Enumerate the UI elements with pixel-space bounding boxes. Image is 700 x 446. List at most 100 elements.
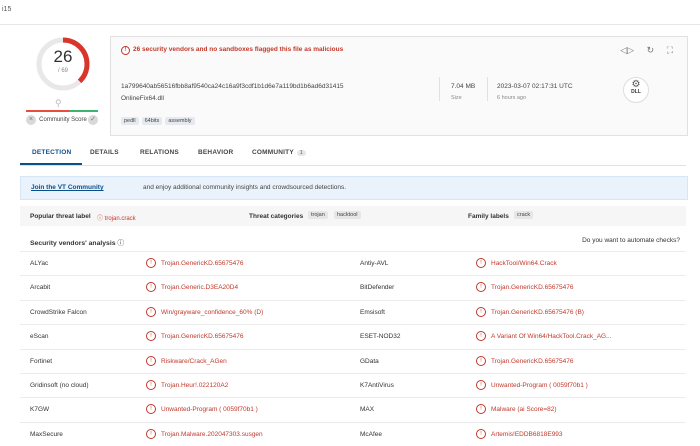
active-tab-indicator [20,163,82,165]
score-detected: 26 [53,47,73,66]
vendor-row: Gridinsoft (no cloud)! Trojan.Heur!.02212… [20,372,686,397]
detection-result[interactable]: Trojan.Heur!.022120A2 [161,382,228,389]
vendor-name: CrowdStrike Falcon [30,308,87,316]
popular-threat-text: trojan.crack [104,216,136,222]
vendor-name: Antiy-AVL [360,260,389,267]
file-size: 7.04 MB [451,83,476,90]
tab-details[interactable]: DETAILS [90,149,119,156]
top-bar: i15 [0,0,700,25]
scan-age: 6 hours ago [497,95,527,101]
detection-result[interactable]: Trojan.GenericKD.65675476 [161,333,244,340]
file-size-label: Size [451,95,462,101]
tab-behavior[interactable]: BEHAVIOR [198,149,233,156]
breadcrumb: i15 [2,6,12,13]
vendor-name: GData [360,357,379,365]
detection-result[interactable]: Trojan.Generic.D3EA20D4 [161,284,238,291]
vendor-row: eScan! Trojan.GenericKD.65675476 ESET-NOD3… [20,324,686,348]
file-name: OnlineFix64.dll [121,95,164,102]
detection-result[interactable]: Win/grayware_confidence_60% (D) [161,309,263,316]
popular-threat-value[interactable]: ⓘ trojan.crack [97,213,136,222]
detection-result[interactable]: Trojan.GenericKD.65675476 (B) [491,309,584,316]
divider [487,77,488,101]
malicious-icon: ! [476,355,486,366]
vendor-name: Arcabit [30,284,51,292]
similar-icon[interactable]: ◁▷ [620,45,634,55]
vendor-row: CrowdStrike Falcon! Win/grayware_confiden… [20,299,686,324]
detection-score: 26 / 69 ⚲ × Community Score ✓ [26,36,100,128]
threat-category-tag[interactable]: trojan [308,211,328,219]
malicious-icon: ! [476,379,486,390]
malicious-icon: ! [476,306,486,317]
file-type-label: DLL [631,89,641,95]
community-score-bar [26,110,98,112]
community-banner: Join the VT Community and enjoy addition… [20,176,688,200]
community-score-label: Community Score [39,117,87,123]
detection-result[interactable]: Trojan.GenericKD.65675476 [491,284,574,291]
vendor-name: ALYac [30,260,49,267]
detection-result[interactable]: Artemis!EDDB6818E993 [491,431,563,438]
file-tag[interactable]: 64bits [141,117,163,125]
malicious-icon: ! [146,428,156,439]
file-actions: ◁▷ ↻ ⛶ [610,45,673,56]
vendor-row: K7GW! Unwanted-Program ( 0059f70b1 ) MAX! M… [20,397,686,421]
vendor-name: ESET-NOD32 [360,333,401,341]
vendor-row: MaxSecure! Trojan.Malware.202047303.susge… [20,421,686,446]
malicious-icon: ! [146,331,156,342]
file-info-panel: ! 26 security vendors and no sandboxes fl… [110,36,688,136]
malicious-icon: ! [476,258,486,268]
malicious-icon: ! [146,282,156,293]
tab-detection[interactable]: DETECTION [32,149,71,156]
detection-result[interactable]: A Variant Of Win64/HackTool.Crack_AG... [491,333,612,340]
graph-icon[interactable]: ⛶ [667,45,673,55]
score-total: / 69 [57,68,68,74]
detection-result[interactable]: HackTool/Win64.Crack [491,260,557,267]
file-tag[interactable]: pedll [121,117,139,125]
vendor-name: Fortinet [30,357,53,365]
alert-icon: ! [121,46,130,55]
vendor-name: MAX [360,406,375,414]
malicious-icon: ! [146,306,156,317]
vendor-row: Fortinet! Riskware/Crack_AGen GData! Trojan… [20,348,686,373]
vendor-name: Gridinsoft (no cloud) [30,381,89,389]
threat-category-tag[interactable]: hacktool [334,211,361,219]
threat-categories-label: Threat categories [249,213,304,220]
file-hash[interactable]: 1a799640ab56516fbb8af9540ca24c16a9f3cdf1… [121,83,344,90]
tab-bar: DETECTION DETAILS RELATIONS BEHAVIOR COM… [20,145,686,166]
alert-text: 26 security vendors and no sandboxes fla… [133,46,344,53]
vendor-row: Arcabit! Trojan.Generic.D3EA20D4 BitDefend… [20,275,686,299]
vendor-name: K7GW [30,406,50,414]
malicious-icon: ! [476,428,486,439]
file-tags: pedll 64bits assembly [121,109,198,127]
tab-community-label: COMMUNITY [252,149,294,156]
file-tag[interactable]: assembly [165,117,195,125]
vendor-name: K7AntiVirus [360,381,394,389]
automate-checks-link[interactable]: Do you want to automate checks? [582,237,680,244]
location-pin-icon: ⚲ [55,98,62,108]
join-community-link[interactable]: Join the VT Community [31,184,104,191]
community-count-badge: 1 [296,150,306,156]
community-score: × Community Score ✓ [26,115,100,127]
detection-result[interactable]: Trojan.GenericKD.65675476 [491,358,574,365]
family-label-tag[interactable]: crack [514,211,534,219]
info-icon[interactable]: ⓘ [117,240,124,247]
malicious-icon: ! [146,355,156,366]
detection-result[interactable]: Unwanted-Program ( 0059f70b1 ) [161,406,258,413]
scan-date: 2023-03-07 02:17:31 UTC [497,83,573,90]
detection-result[interactable]: Trojan.GenericKD.65675476 [161,260,244,267]
malicious-icon: ! [476,404,486,415]
upvote-icon[interactable]: ✓ [88,115,98,125]
detection-result[interactable]: Malware (ai Score=82) [491,406,557,413]
detection-result[interactable]: Unwanted-Program ( 0059f70b1 ) [491,382,588,389]
vendor-row: ALYac! Trojan.GenericKD.65675476 Antiy-AVL… [20,251,686,275]
malicious-icon: ! [476,282,486,293]
vendor-results-list: ALYac! Trojan.GenericKD.65675476 Antiy-AVL… [20,251,686,446]
downvote-icon[interactable]: × [26,115,36,125]
threat-summary: Popular threat label ⓘ trojan.crack Thre… [20,206,686,226]
vendor-name: BitDefender [360,284,395,292]
malicious-icon: ! [146,258,156,268]
tab-relations[interactable]: RELATIONS [140,149,179,156]
detection-result[interactable]: Riskware/Crack_AGen [161,358,227,365]
detection-result[interactable]: Trojan.Malware.202047303.susgen [161,431,263,438]
reanalyze-icon[interactable]: ↻ [647,45,655,55]
tab-community[interactable]: COMMUNITY 1 [252,149,306,156]
